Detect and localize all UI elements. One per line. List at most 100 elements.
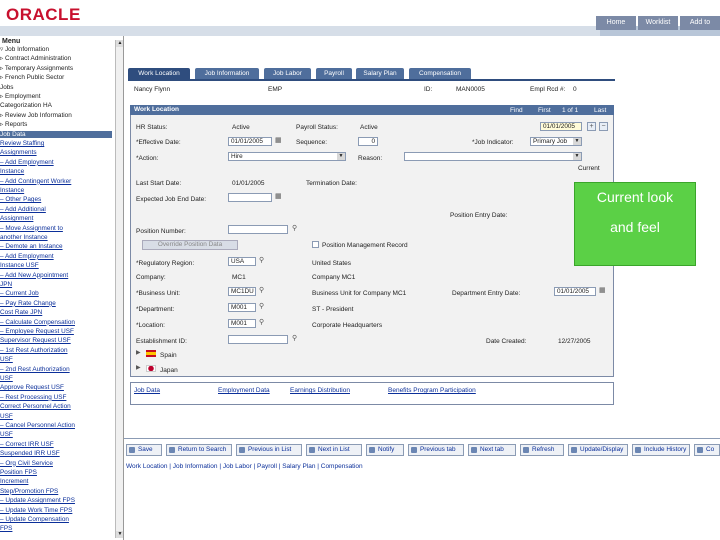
earnings-distribution-link[interactable]: Earnings Distribution — [290, 387, 350, 394]
sidebar-item[interactable]: JPN — [0, 281, 112, 289]
sidebar-item[interactable]: Supervisor Request USF — [0, 337, 112, 345]
scroll-up-icon[interactable]: ▲ — [116, 40, 123, 47]
refresh-button[interactable]: Refresh — [520, 444, 564, 456]
sidebar-item[interactable]: Correct Personnel Action — [0, 403, 112, 411]
sidebar-item[interactable]: Assignments — [0, 149, 112, 157]
sidebar-item[interactable]: Assignment — [0, 215, 112, 223]
next-in-list-button[interactable]: Next in List — [306, 444, 362, 456]
add-to-link[interactable]: Add to — [680, 16, 720, 30]
sidebar-item[interactable]: – Demote an Instance — [0, 243, 112, 251]
sidebar-item[interactable]: – Rest Processing USF — [0, 394, 112, 402]
save-button[interactable]: Save — [126, 444, 162, 456]
home-link[interactable]: Home — [596, 16, 636, 30]
notify-button[interactable]: Notify — [366, 444, 404, 456]
job-indicator-select[interactable]: Primary Job ▼ — [530, 137, 582, 146]
sidebar-item[interactable]: – Cancel Personnel Action — [0, 422, 112, 430]
department-field[interactable]: M001 — [228, 303, 256, 312]
expected-end-field[interactable] — [228, 193, 272, 202]
sidebar-item[interactable]: ▹ French Public Sector — [0, 74, 112, 82]
sidebar-item[interactable]: ▹ Employment — [0, 93, 112, 101]
sequence-field[interactable]: 0 — [358, 137, 378, 146]
tab-job-labor[interactable]: Job Labor — [264, 68, 311, 79]
action-select[interactable]: Hire ▼ — [228, 152, 346, 161]
sidebar-item[interactable]: Job Data — [0, 130, 112, 139]
sidebar-item[interactable]: ▹ Reports — [0, 121, 112, 129]
expand-japan-icon[interactable]: ▶ — [136, 364, 141, 372]
find-link[interactable]: Find — [510, 107, 523, 114]
establishment-field[interactable] — [228, 335, 288, 344]
sidebar-item[interactable]: – Employee Request USF — [0, 328, 112, 336]
sidebar-item[interactable]: – Other Pages — [0, 196, 112, 204]
sidebar-item[interactable]: Instance — [0, 168, 112, 176]
effective-date-field[interactable]: 01/01/2005 — [228, 137, 272, 146]
sidebar-item[interactable]: ▹ Review Job Information — [0, 112, 112, 120]
search-icon[interactable]: ⚲ — [259, 319, 264, 327]
search-icon[interactable]: ⚲ — [259, 303, 264, 311]
sidebar-item[interactable]: – Correct IRR USF — [0, 441, 112, 449]
sidebar-item[interactable]: – 1st Rest Authorization — [0, 347, 112, 355]
add-row-icon[interactable]: + — [587, 122, 596, 131]
position-mgmt-checkbox[interactable] — [312, 241, 319, 248]
sidebar-item[interactable]: Review Staffing — [0, 140, 112, 148]
tab-compensation[interactable]: Compensation — [409, 68, 471, 79]
sidebar-item[interactable]: – Add Employment — [0, 253, 112, 261]
sidebar-item[interactable]: ▿ Job Information — [0, 46, 112, 54]
sidebar-item[interactable]: – Update Assignment FPS — [0, 497, 112, 505]
update-display-button[interactable]: Update/Display — [568, 444, 628, 456]
sidebar-item[interactable]: – Add Additional — [0, 206, 112, 214]
sidebar-item[interactable]: Instance USF — [0, 262, 112, 270]
sidebar-item[interactable]: USF — [0, 356, 112, 364]
sidebar-item[interactable]: FPS — [0, 525, 112, 533]
search-icon[interactable]: ⚲ — [292, 225, 297, 233]
sidebar-scrollbar[interactable]: ▲ ▼ — [115, 40, 123, 538]
sidebar-item[interactable]: – Add New Appointment — [0, 272, 112, 280]
scroll-down-icon[interactable]: ▼ — [116, 531, 123, 538]
sidebar-item[interactable]: ▹ Contract Administration — [0, 55, 112, 63]
reason-select[interactable]: ▼ — [404, 152, 582, 161]
benefits-program-link[interactable]: Benefits Program Participation — [388, 387, 476, 394]
sidebar-item[interactable]: ▹ Temporary Assignments — [0, 65, 112, 73]
sidebar-item[interactable]: – Add Employment — [0, 159, 112, 167]
sidebar-item[interactable]: Position FPS — [0, 469, 112, 477]
correct-history-button[interactable]: Co — [694, 444, 720, 456]
calendar-icon[interactable]: ▦ — [599, 287, 606, 295]
page-links-footer[interactable]: Work Location | Job Information | Job La… — [126, 463, 363, 470]
previous-tab-button[interactable]: Previous tab — [408, 444, 464, 456]
tab-work-location[interactable]: Work Location — [128, 68, 190, 79]
employment-data-link[interactable]: Employment Data — [218, 387, 270, 394]
expand-spain-icon[interactable]: ▶ — [136, 349, 141, 357]
search-icon[interactable]: ⚲ — [259, 257, 264, 265]
next-tab-button[interactable]: Next tab — [468, 444, 516, 456]
tab-salary-plan[interactable]: Salary Plan — [356, 68, 404, 79]
sidebar-item[interactable]: – Pay Rate Change — [0, 300, 112, 308]
dept-entry-field[interactable]: 01/01/2005 — [554, 287, 596, 296]
override-position-button[interactable]: Override Position Data — [142, 240, 238, 250]
first-link[interactable]: First — [538, 107, 551, 114]
search-icon[interactable]: ⚲ — [259, 287, 264, 295]
search-icon[interactable]: ⚲ — [292, 335, 297, 343]
sidebar-item[interactable]: – Org Civil Service — [0, 460, 112, 468]
return-to-search-button[interactable]: Return to Search — [166, 444, 232, 456]
sidebar-item[interactable]: – Calculate Compensation — [0, 319, 112, 327]
last-link[interactable]: Last — [594, 107, 606, 114]
sidebar-item[interactable]: USF — [0, 431, 112, 439]
sidebar-item[interactable]: – Add Contingent Worker — [0, 178, 112, 186]
sidebar-item[interactable]: Step/Promotion FPS — [0, 488, 112, 496]
sidebar-item[interactable]: Suspended IRR USF — [0, 450, 112, 458]
sidebar-item[interactable]: USF — [0, 375, 112, 383]
sidebar-item[interactable]: Cost Rate JPN — [0, 309, 112, 317]
sidebar-item[interactable]: Approve Request USF — [0, 384, 112, 392]
previous-in-list-button[interactable]: Previous in List — [236, 444, 302, 456]
calendar-icon[interactable]: ▦ — [275, 193, 282, 201]
business-unit-field[interactable]: MC1DU — [228, 287, 256, 296]
sidebar-item[interactable]: another Instance — [0, 234, 112, 242]
sidebar-item[interactable]: – 2nd Rest Authorization — [0, 366, 112, 374]
calendar-icon[interactable]: ▦ — [275, 137, 282, 145]
effective-date-display[interactable]: 01/01/2005 — [540, 122, 582, 131]
worklist-link[interactable]: Worklist — [638, 16, 678, 30]
position-number-field[interactable] — [228, 225, 288, 234]
sidebar-item[interactable]: – Move Assignment to — [0, 225, 112, 233]
reg-region-field[interactable]: USA — [228, 257, 256, 266]
tab-job-information[interactable]: Job Information — [195, 68, 259, 79]
sidebar-item[interactable]: – Current Job — [0, 290, 112, 298]
